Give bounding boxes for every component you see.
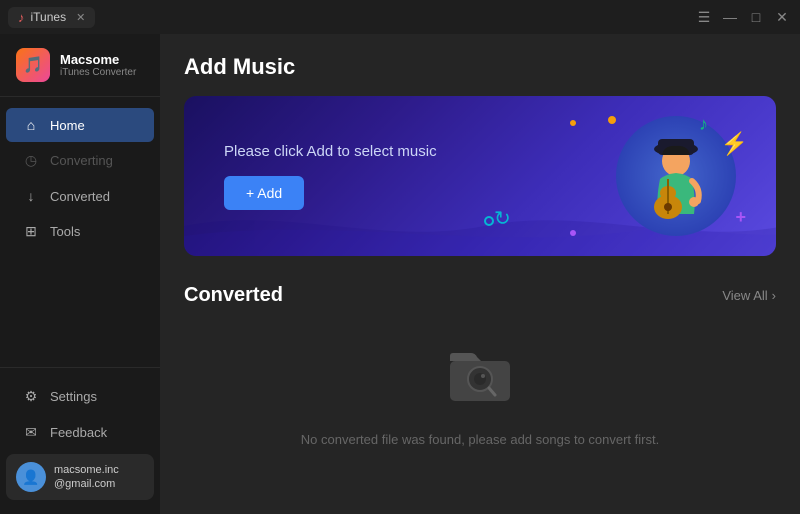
converted-title: Converted	[184, 284, 283, 307]
settings-label: Settings	[50, 389, 97, 404]
title-bar-left: ♪ iTunes ✕	[0, 7, 95, 28]
content-area: Add Music ♪ ⚡ ↻ + Please click Add to se…	[160, 34, 800, 514]
sidebar-item-converting: ◷ Converting	[6, 143, 154, 178]
sidebar-home-label: Home	[50, 118, 85, 133]
refresh-icon: ↻	[494, 206, 511, 231]
sidebar-converting-label: Converting	[50, 153, 113, 168]
logo-emoji: 🎵	[23, 55, 43, 75]
sidebar-item-settings[interactable]: ⚙ Settings	[6, 379, 154, 414]
empty-state: No converted file was found, please add …	[184, 323, 776, 457]
tools-icon: ⊞	[22, 223, 40, 240]
banner-left: Please click Add to select music + Add	[224, 143, 437, 210]
itunes-tab-close[interactable]: ✕	[76, 11, 85, 24]
user-name: macsome.inc@gmail.com	[54, 463, 119, 492]
sidebar-logo: 🎵 Macsome iTunes Converter	[0, 34, 160, 97]
sidebar-bottom: ⚙ Settings ✉ Feedback 👤 macsome.inc@gmai…	[0, 367, 160, 514]
sidebar-item-tools[interactable]: ⊞ Tools	[6, 214, 154, 249]
plus-icon: +	[735, 207, 746, 228]
empty-text: No converted file was found, please add …	[301, 432, 659, 447]
banner-text: Please click Add to select music	[224, 143, 437, 160]
add-music-title: Add Music	[184, 54, 776, 80]
itunes-tab[interactable]: ♪ iTunes ✕	[8, 7, 95, 28]
sidebar-converted-label: Converted	[50, 189, 110, 204]
add-button[interactable]: + Add	[224, 176, 304, 210]
sidebar: 🎵 Macsome iTunes Converter ⌂ Home ◷ Conv…	[0, 34, 160, 514]
lightning-icon: ⚡	[721, 131, 748, 157]
feedback-icon: ✉	[22, 424, 40, 441]
dot-5	[608, 116, 616, 124]
character-circle	[616, 116, 736, 236]
converted-header: Converted View All ›	[184, 284, 776, 307]
character-svg	[626, 119, 726, 234]
view-all-label: View All	[722, 288, 767, 303]
sidebar-item-converted[interactable]: ↓ Converted	[6, 179, 154, 213]
sidebar-tools-label: Tools	[50, 224, 80, 239]
logo-icon: 🎵	[16, 48, 50, 82]
sidebar-item-home[interactable]: ⌂ Home	[6, 108, 154, 142]
avatar-icon: 👤	[22, 469, 39, 486]
empty-folder-icon	[445, 343, 515, 420]
user-info: macsome.inc@gmail.com	[54, 463, 119, 492]
dot-1	[570, 120, 576, 126]
settings-icon: ⚙	[22, 388, 40, 405]
sidebar-item-feedback[interactable]: ✉ Feedback	[6, 415, 154, 450]
logo-name: Macsome	[60, 52, 136, 68]
feedback-label: Feedback	[50, 425, 107, 440]
title-bar: ♪ iTunes ✕ ☰ — □ ✕	[0, 0, 800, 34]
win-minimize-button[interactable]: —	[722, 9, 738, 25]
view-all-chevron-icon: ›	[772, 288, 776, 303]
win-maximize-button[interactable]: □	[748, 9, 764, 25]
music-note-icon: ♪	[699, 114, 708, 135]
converted-icon: ↓	[22, 188, 40, 204]
itunes-tab-icon: ♪	[18, 10, 25, 25]
win-menu-icon[interactable]: ☰	[696, 9, 712, 25]
user-profile[interactable]: 👤 macsome.inc@gmail.com	[6, 454, 154, 500]
win-close-button[interactable]: ✕	[774, 9, 790, 25]
avatar: 👤	[16, 462, 46, 492]
home-icon: ⌂	[22, 117, 40, 133]
logo-text: Macsome iTunes Converter	[60, 52, 136, 79]
add-music-banner: ♪ ⚡ ↻ + Please click Add to select music…	[184, 96, 776, 256]
view-all-button[interactable]: View All ›	[722, 288, 776, 303]
sidebar-nav: ⌂ Home ◷ Converting ↓ Converted ⊞ Tools	[0, 97, 160, 367]
converting-icon: ◷	[22, 152, 40, 169]
logo-sub: iTunes Converter	[60, 67, 136, 78]
window-controls: ☰ — □ ✕	[696, 9, 790, 25]
main-layout: 🎵 Macsome iTunes Converter ⌂ Home ◷ Conv…	[0, 34, 800, 514]
itunes-tab-label: iTunes	[31, 10, 67, 24]
banner-art	[616, 116, 736, 236]
